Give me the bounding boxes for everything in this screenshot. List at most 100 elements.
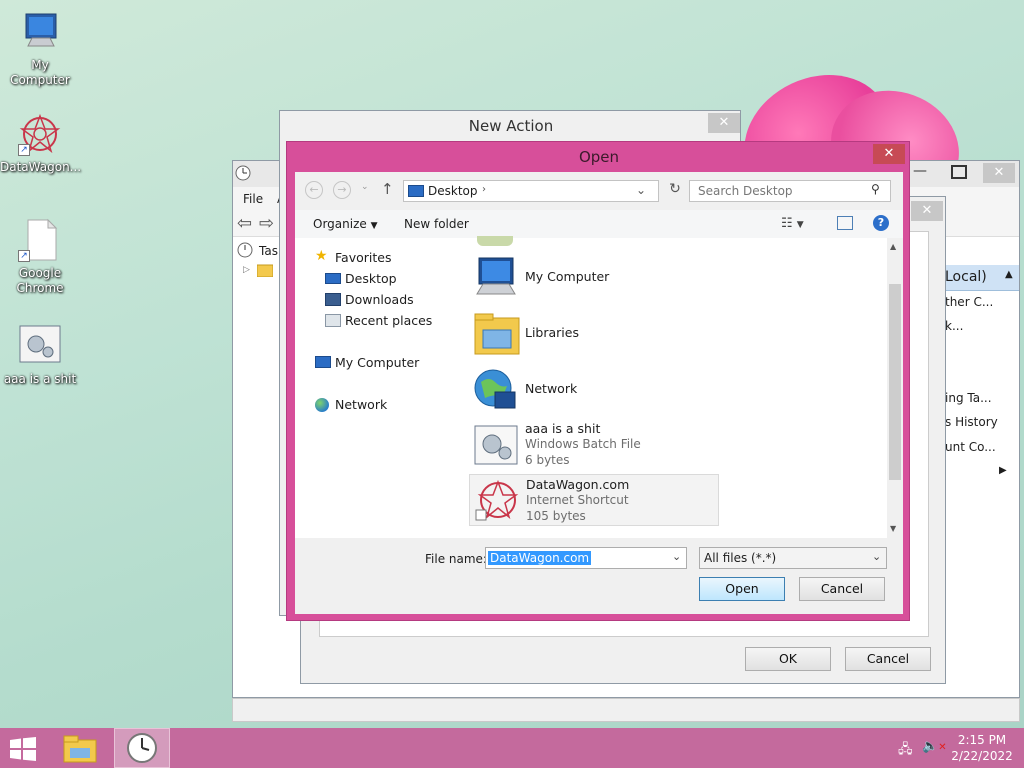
network-icon: [473, 368, 519, 415]
nav-desktop[interactable]: Desktop: [345, 271, 397, 286]
desktop-icon-my-computer[interactable]: My Computer: [0, 10, 80, 88]
file-item-my-computer[interactable]: My Computer: [467, 252, 717, 302]
start-button[interactable]: [10, 737, 36, 764]
file-item-name: Network: [525, 381, 578, 396]
view-options-icon[interactable]: ☷ ▼: [781, 216, 804, 231]
file-name-value: DataWagon.com: [488, 551, 592, 565]
file-list-scrollbar[interactable]: ▲ ▼: [887, 238, 903, 538]
batch-file-icon: [473, 424, 519, 469]
open-file-dialog[interactable]: Open ✕ ← → ⌄ ↑ Desktop › ⌄ ↻ Search Desk…: [286, 141, 910, 621]
help-icon[interactable]: ?: [873, 215, 889, 231]
clock-icon: [237, 242, 253, 261]
chevron-down-icon[interactable]: ⌄: [672, 550, 681, 563]
nav-network[interactable]: Network: [335, 397, 387, 412]
task-scheduler-taskbar-button[interactable]: [114, 728, 170, 768]
file-name-label: File name:: [425, 552, 487, 566]
file-item-name: My Computer: [525, 269, 610, 284]
submenu-arrow-icon[interactable]: ▶: [999, 465, 1007, 476]
chevron-down-icon[interactable]: ⌄: [872, 550, 881, 563]
close-button[interactable]: ✕: [911, 201, 943, 221]
scroll-up-icon[interactable]: ▲: [890, 242, 896, 251]
file-list: My Computer Libraries Network aaa is a s…: [467, 236, 903, 538]
navigation-pane: ★ Favorites Desktop Downloads Recent pla…: [295, 238, 467, 538]
nav-recent-places[interactable]: Recent places: [345, 313, 432, 328]
shortcut-arrow-icon: ↗: [18, 250, 30, 262]
close-button[interactable]: ✕: [983, 163, 1015, 183]
nav-my-computer[interactable]: My Computer: [335, 355, 419, 370]
file-explorer-taskbar-icon[interactable]: [62, 732, 98, 767]
dialog-title: Open: [578, 148, 620, 166]
desktop-icon-label: Google Chrome: [16, 266, 64, 295]
file-type-select[interactable]: All files (*.*) ⌄: [699, 547, 887, 569]
folder-icon: [256, 263, 274, 280]
desktop-icon-google-chrome[interactable]: ↗ Google Chrome: [0, 218, 80, 296]
desktop-icon-datawagon[interactable]: ↗ DataWagon...: [0, 112, 81, 175]
chevron-down-icon[interactable]: ⌄: [636, 183, 646, 197]
command-bar: Organize ▼ New folder ☷ ▼ ?: [295, 210, 903, 238]
actions-header-label: Local): [945, 269, 987, 285]
file-name-input[interactable]: DataWagon.com ⌄: [485, 547, 687, 569]
action-item[interactable]: k...: [945, 319, 963, 333]
nav-favorites[interactable]: Favorites: [335, 250, 391, 265]
desktop-folder-icon: [408, 185, 424, 197]
up-arrow-icon[interactable]: ↑: [381, 180, 394, 198]
file-item-name: Libraries: [525, 325, 579, 340]
file-item-datawagon[interactable]: DataWagon.com Internet Shortcut 105 byte…: [469, 474, 719, 526]
open-dialog-body: ← → ⌄ ↑ Desktop › ⌄ ↻ Search Desktop ⚲ O…: [295, 172, 903, 614]
scroll-down-icon[interactable]: ▼: [890, 524, 896, 533]
file-item-size: 6 bytes: [525, 453, 570, 467]
maximize-button[interactable]: [951, 165, 967, 179]
datawagon-icon: ↗: [18, 112, 62, 156]
preview-pane-icon[interactable]: [837, 216, 853, 230]
network-icon: [315, 398, 329, 412]
libraries-folder-icon: [473, 312, 521, 359]
forward-button[interactable]: →: [333, 181, 351, 199]
back-arrow-icon[interactable]: ⇦: [237, 213, 252, 234]
address-bar[interactable]: Desktop › ⌄: [403, 180, 659, 202]
address-text: Desktop: [428, 184, 478, 198]
menu-file[interactable]: File: [243, 192, 263, 206]
batch-file-icon: [18, 324, 62, 368]
organize-button[interactable]: Organize ▼: [313, 217, 378, 231]
chevron-down-icon: ▼: [370, 221, 378, 231]
action-item[interactable]: unt Co...: [945, 440, 996, 454]
action-item[interactable]: ing Ta...: [945, 391, 992, 405]
file-item-name: aaa is a shit: [525, 421, 601, 436]
file-item-aaa-batch[interactable]: aaa is a shit Windows Batch File 6 bytes: [467, 420, 717, 470]
clock-date[interactable]: 2/22/2022: [946, 749, 1018, 763]
back-button[interactable]: ←: [305, 181, 323, 199]
open-button[interactable]: Open: [699, 577, 785, 601]
action-item[interactable]: ther C...: [945, 295, 993, 309]
cancel-button[interactable]: Cancel: [799, 577, 885, 601]
cancel-button[interactable]: Cancel: [845, 647, 931, 671]
favorites-star-icon: ★: [315, 248, 328, 264]
action-item[interactable]: s History: [945, 415, 998, 429]
file-item-size: 105 bytes: [526, 509, 586, 523]
forward-arrow-icon[interactable]: ⇨: [259, 213, 274, 234]
clock-time[interactable]: 2:15 PM: [952, 733, 1012, 747]
recent-locations-icon[interactable]: ⌄: [361, 182, 369, 192]
nav-downloads[interactable]: Downloads: [345, 292, 414, 307]
partial-item-icon: [477, 236, 513, 246]
search-icon[interactable]: ⚲: [871, 182, 880, 196]
search-input[interactable]: Search Desktop: [689, 180, 891, 202]
tree-expand-icon[interactable]: ▷: [243, 265, 250, 275]
close-button[interactable]: ✕: [873, 144, 905, 164]
network-tray-icon[interactable]: 🖧: [898, 740, 913, 762]
collapse-icon[interactable]: ▲: [1005, 269, 1013, 280]
desktop-icon-aaa-batch[interactable]: aaa is a shit: [0, 324, 80, 387]
ok-button[interactable]: OK: [745, 647, 831, 671]
document-icon: ↗: [18, 218, 62, 262]
shortcut-arrow-icon: ↗: [18, 144, 30, 156]
file-item-libraries[interactable]: Libraries: [467, 308, 717, 358]
dialog-title: New Action: [468, 117, 554, 135]
volume-muted-icon[interactable]: 🔈✕: [922, 739, 947, 754]
breadcrumb-arrow-icon[interactable]: ›: [482, 184, 486, 195]
scrollbar-thumb[interactable]: [889, 284, 901, 480]
minimize-button[interactable]: —: [913, 163, 927, 179]
computer-icon: [18, 10, 62, 54]
refresh-icon[interactable]: ↻: [665, 181, 685, 201]
close-button[interactable]: ✕: [708, 113, 740, 133]
new-folder-button[interactable]: New folder: [404, 217, 469, 231]
file-item-network[interactable]: Network: [467, 364, 717, 414]
